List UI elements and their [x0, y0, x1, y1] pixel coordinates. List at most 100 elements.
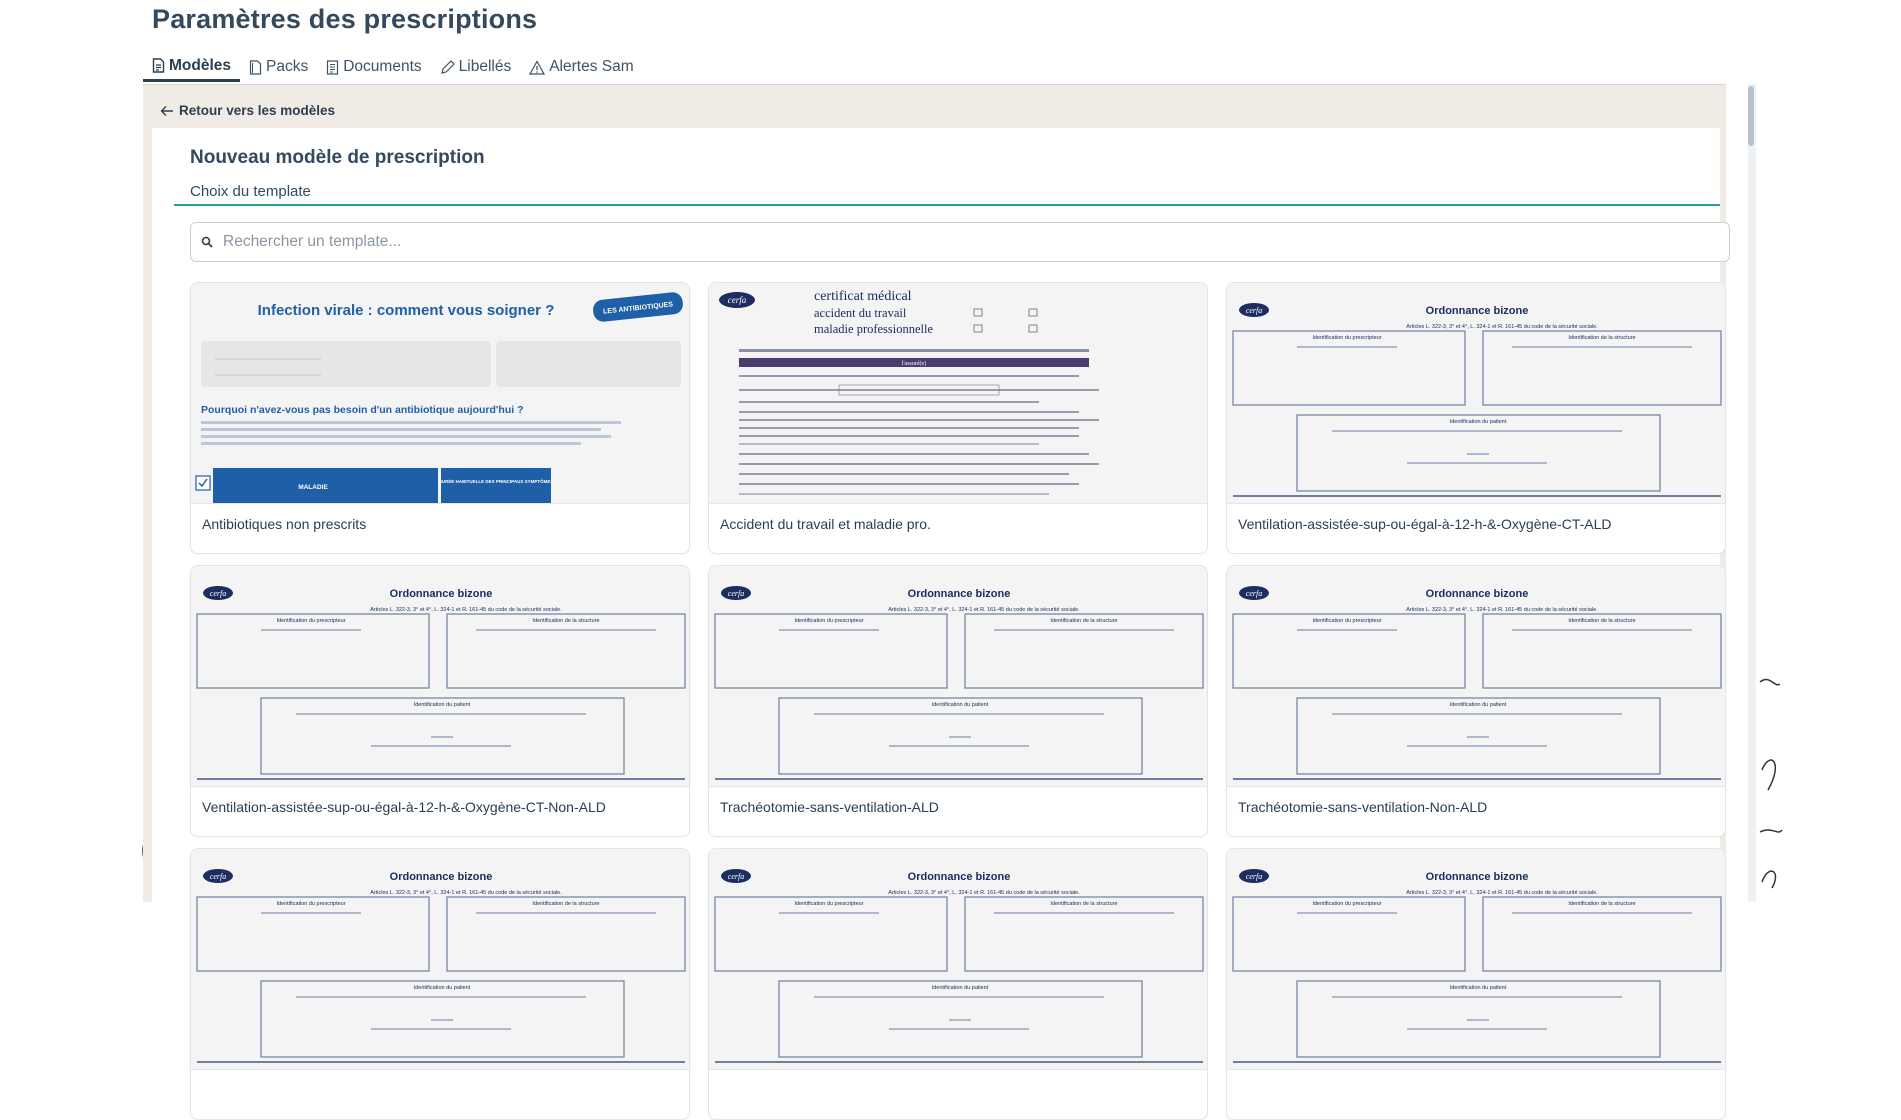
thumb-logo: cerfa	[728, 295, 747, 305]
bizone-thumbnail: cerfa Ordonnance bizone Articles L. 322-…	[1227, 849, 1725, 1069]
thumb-box2: Identification de la structure	[1568, 335, 1635, 341]
thumb-articles: Articles L. 322-3, 3° et 4°, L. 324-1 et…	[1406, 890, 1598, 896]
search-icon	[201, 236, 213, 248]
thumb-title1: certificat médical	[814, 289, 912, 304]
bizone-thumbnail: cerfa Ordonnance bizone Articles L. 322-…	[709, 566, 1207, 786]
antibio-thumbnail: Infection virale : comment vous soigner …	[191, 283, 689, 503]
thumb-box3: Identification du patient	[1450, 702, 1507, 708]
template-card-label: Trachéotomie-sans-ventilation-Non-ALD	[1238, 799, 1488, 815]
template-thumbnail: cerfa Ordonnance bizone Articles L. 322-…	[709, 849, 1207, 1069]
thumb-articles: Articles L. 322-3, 3° et 4°, L. 324-1 et…	[370, 607, 562, 613]
bizone-thumbnail: cerfa Ordonnance bizone Articles L. 322-…	[1227, 566, 1725, 786]
card-divider	[191, 786, 689, 787]
card-divider	[1227, 503, 1725, 504]
template-card[interactable]: cerfa Ordonnance bizone Articles L. 322-…	[708, 848, 1208, 1120]
template-thumbnail: Infection virale : comment vous soigner …	[191, 283, 689, 503]
template-thumbnail: cerfa Ordonnance bizone Articles L. 322-…	[709, 566, 1207, 786]
decorative-squiggle-right	[1759, 678, 1783, 889]
form-title: Nouveau modèle de prescription	[190, 147, 485, 168]
thumb-logo: cerfa	[728, 589, 744, 598]
thumb-logo: cerfa	[728, 872, 744, 881]
tab-label: Modèles	[169, 56, 232, 74]
tab-libelles[interactable]: Libellés	[431, 52, 521, 82]
template-card-label: Accident du travail et maladie pro.	[720, 516, 931, 532]
cerfa-thumbnail: cerfa certificat médical accident du tra…	[709, 283, 1207, 503]
tab-modeles[interactable]: Modèles	[143, 52, 241, 82]
card-divider	[709, 1069, 1207, 1070]
tab-label: Libellés	[458, 58, 512, 75]
tab-documents[interactable]: Documents	[317, 52, 430, 82]
template-thumbnail: cerfa Ordonnance bizone Articles L. 322-…	[1227, 566, 1725, 786]
thumb-articles: Articles L. 322-3, 3° et 4°, L. 324-1 et…	[888, 890, 1080, 896]
pencil-icon	[440, 59, 455, 74]
thumb-title: Ordonnance bizone	[1426, 305, 1529, 317]
template-card[interactable]: Infection virale : comment vous soigner …	[190, 282, 690, 554]
thumb-box1: Identification du prescripteur	[1312, 335, 1381, 341]
bizone-thumbnail: cerfa Ordonnance bizone Articles L. 322-…	[1227, 283, 1725, 503]
card-divider	[709, 786, 1207, 787]
scrollbar-track[interactable]	[1748, 84, 1756, 902]
template-card-label: Antibiotiques non prescrits	[202, 516, 367, 532]
warning-triangle-icon	[529, 59, 546, 75]
thumb-articles: Articles L. 322-3, 3° et 4°, L. 324-1 et…	[1406, 324, 1598, 330]
thumb-title: Ordonnance bizone	[1426, 588, 1529, 600]
bizone-thumbnail: cerfa Ordonnance bizone Articles L. 322-…	[191, 566, 689, 786]
template-card[interactable]: cerfa Ordonnance bizone Articles L. 322-…	[708, 565, 1208, 837]
thumb-question: Pourquoi n'avez-vous pas besoin d'un ant…	[201, 404, 524, 416]
template-card[interactable]: cerfa Ordonnance bizone Articles L. 322-…	[1226, 848, 1726, 1120]
thumb-banner: l'assuré(e)	[902, 360, 926, 367]
template-card[interactable]: cerfa Ordonnance bizone Articles L. 322-…	[1226, 282, 1726, 554]
thumb-box2: Identification de la structure	[1050, 618, 1117, 624]
thumb-title: Ordonnance bizone	[908, 588, 1011, 600]
thumb-logo: cerfa	[1246, 306, 1262, 315]
thumb-box3: Identification du patient	[1450, 419, 1507, 425]
arrow-left-icon	[160, 105, 173, 116]
thumb-title: Ordonnance bizone	[390, 871, 493, 883]
thumb-box3: Identification du patient	[932, 985, 989, 991]
template-card-label: Ventilation-assistée-sup-ou-égal-à-12-h-…	[202, 799, 606, 815]
template-card[interactable]: cerfa certificat médical accident du tra…	[708, 282, 1208, 554]
bizone-thumbnail: cerfa Ordonnance bizone Articles L. 322-…	[709, 849, 1207, 1069]
template-card[interactable]: cerfa Ordonnance bizone Articles L. 322-…	[1226, 565, 1726, 837]
thumb-articles: Articles L. 322-3, 3° et 4°, L. 324-1 et…	[888, 607, 1080, 613]
back-link-label: Retour vers les modèles	[179, 103, 336, 118]
thumb-box2: Identification de la structure	[1568, 618, 1635, 624]
document-icon	[327, 59, 339, 75]
search-field[interactable]	[190, 222, 1730, 262]
template-thumbnail: cerfa Ordonnance bizone Articles L. 322-…	[191, 566, 689, 786]
file-text-icon	[152, 58, 165, 73]
card-divider	[191, 1069, 689, 1070]
thumb-logo: cerfa	[210, 589, 226, 598]
template-card-label: Trachéotomie-sans-ventilation-ALD	[720, 799, 939, 815]
card-divider	[191, 503, 689, 504]
thumb-title: Ordonnance bizone	[908, 871, 1011, 883]
thumb-title: Ordonnance bizone	[390, 588, 493, 600]
thumb-box3: Identification du patient	[414, 702, 471, 708]
thumb-articles: Articles L. 322-3, 3° et 4°, L. 324-1 et…	[370, 890, 562, 896]
template-thumbnail: cerfa certificat médical accident du tra…	[709, 283, 1207, 503]
tab-label: Documents	[343, 58, 422, 75]
thumb-logo: cerfa	[1246, 589, 1262, 598]
tab-bar: Modèles Packs Documents Libellés Alertes…	[143, 52, 643, 82]
template-card[interactable]: cerfa Ordonnance bizone Articles L. 322-…	[190, 565, 690, 837]
thumb-title: Ordonnance bizone	[1426, 871, 1529, 883]
thumb-logo: cerfa	[1246, 872, 1262, 881]
template-thumbnail: cerfa Ordonnance bizone Articles L. 322-…	[1227, 849, 1725, 1069]
step-label: Choix du template	[190, 183, 311, 200]
card-divider	[1227, 1069, 1725, 1070]
thumb-title3: maladie professionnelle	[814, 322, 934, 336]
template-card-label: Ventilation-assistée-sup-ou-égal-à-12-h-…	[1238, 516, 1612, 532]
tab-alertes-sam[interactable]: Alertes Sam	[520, 52, 642, 82]
scrollbar-thumb[interactable]	[1748, 86, 1754, 146]
file-icon	[249, 59, 262, 75]
tab-label: Alertes Sam	[549, 58, 634, 75]
bizone-thumbnail: cerfa Ordonnance bizone Articles L. 322-…	[191, 849, 689, 1069]
back-to-models-link[interactable]: Retour vers les modèles	[160, 103, 335, 118]
thumb-box3: Identification du patient	[1450, 985, 1507, 991]
template-card[interactable]: cerfa Ordonnance bizone Articles L. 322-…	[190, 848, 690, 1120]
thumb-box1: Identification du prescripteur	[1312, 618, 1381, 624]
search-input[interactable]	[223, 233, 1623, 251]
page-title: Paramètres des prescriptions	[152, 4, 538, 34]
card-divider	[1227, 786, 1725, 787]
tab-packs[interactable]: Packs	[240, 52, 317, 82]
